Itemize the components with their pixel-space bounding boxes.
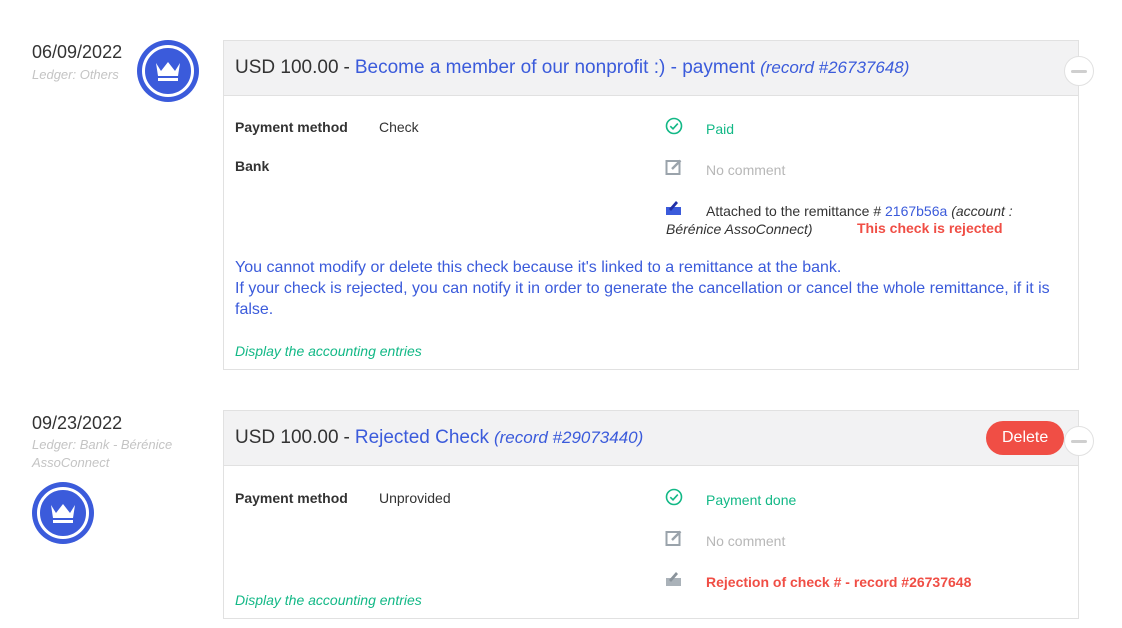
transaction-card: USD 100.00 - Become a member of our nonp… xyxy=(223,40,1079,370)
amount: USD 100.00 xyxy=(235,427,339,448)
card-header: USD 100.00 - Rejected Check (record #290… xyxy=(224,411,1078,466)
edit-icon[interactable] xyxy=(665,529,683,547)
record-number: (record #26737648) xyxy=(760,58,910,77)
bank-label: Bank xyxy=(235,158,270,174)
info-note-line2: If your check is rejected, you can notif… xyxy=(235,280,1050,318)
rejection-notice: Rejection of check # - record #26737648 xyxy=(706,574,972,590)
remittance-account: (account : xyxy=(951,203,1013,219)
separator: - xyxy=(343,427,350,448)
comment-text: No comment xyxy=(706,162,786,178)
card-header: USD 100.00 - Become a member of our nonp… xyxy=(224,41,1078,96)
entry-date: 09/23/2022 xyxy=(32,413,123,433)
entry-ledger: Ledger: Bank - Bérénice xyxy=(32,437,173,452)
transaction-title-link[interactable]: Become a member of our nonprofit :) - pa… xyxy=(355,57,755,79)
check-circle-icon xyxy=(665,117,683,135)
remittance-account-name: Bérénice AssoConnect) xyxy=(666,221,813,237)
remittance-link[interactable]: 2167b56a xyxy=(885,203,947,219)
collapse-button[interactable] xyxy=(1064,426,1094,456)
entry-ledger-line2: AssoConnect xyxy=(32,455,110,470)
payment-method-value: Check xyxy=(379,119,419,135)
payment-status: Payment done xyxy=(706,492,797,508)
avatar xyxy=(137,40,199,102)
record-number: (record #29073440) xyxy=(493,428,644,447)
payment-status: Paid xyxy=(706,121,735,137)
delete-button[interactable]: Delete xyxy=(986,421,1065,455)
transaction-title-link[interactable]: Rejected Check xyxy=(355,427,489,449)
check-paper-icon xyxy=(666,201,681,215)
accounting-entries-link[interactable]: Display the accounting entries xyxy=(235,592,422,608)
minus-icon xyxy=(1071,439,1087,443)
entry-date: 06/09/2022 xyxy=(32,42,123,62)
crown-icon xyxy=(51,504,75,523)
accounting-entries-link[interactable]: Display the accounting entries xyxy=(235,343,422,359)
info-note-line1: You cannot modify or delete this check b… xyxy=(235,259,842,276)
crown-icon xyxy=(156,62,180,81)
transaction-card: USD 100.00 - Rejected Check (record #290… xyxy=(223,410,1079,619)
entry-ledger: Ledger: Others xyxy=(32,67,119,82)
payment-method-value: Unprovided xyxy=(379,490,451,506)
edit-icon[interactable] xyxy=(665,158,683,176)
check-paper-icon xyxy=(666,572,681,586)
payment-method-label: Payment method xyxy=(235,119,348,135)
separator: - xyxy=(343,57,350,78)
remittance-info: Attached to the remittance # 2167b56a (a… xyxy=(706,202,1013,220)
minus-icon xyxy=(1071,69,1087,73)
rejected-notice: This check is rejected xyxy=(857,220,1003,236)
collapse-button[interactable] xyxy=(1064,56,1094,86)
comment-text: No comment xyxy=(706,533,786,549)
payment-method-label: Payment method xyxy=(235,490,348,506)
avatar xyxy=(32,482,94,544)
amount: USD 100.00 xyxy=(235,57,339,78)
check-circle-icon xyxy=(665,488,683,506)
remittance-account-line: Bérénice AssoConnect) xyxy=(666,220,813,238)
remittance-prefix: Attached to the remittance # xyxy=(706,203,882,219)
